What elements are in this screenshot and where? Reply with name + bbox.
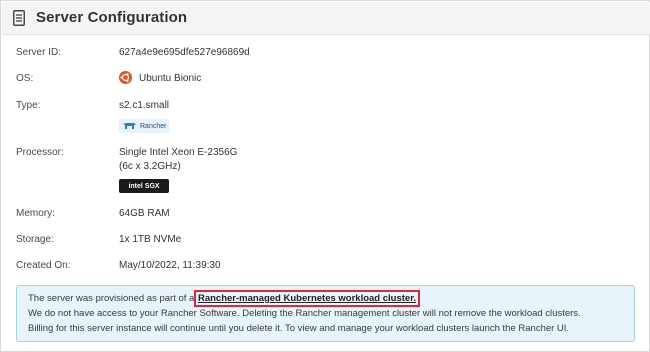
- storage-label: Storage:: [16, 234, 54, 245]
- notice-line-1: The server was provisioned as part of a …: [28, 290, 421, 307]
- intel-sgx-badge-label: intel SGX: [128, 182, 160, 190]
- provisioning-notice: The server was provisioned as part of a …: [16, 285, 635, 342]
- notice-prefix: The server was provisioned as part of a: [28, 293, 197, 304]
- rancher-badge: Rancher: [119, 119, 169, 133]
- ubuntu-icon: [119, 71, 132, 84]
- processor-value: Single Intel Xeon E-2356G: [119, 147, 238, 158]
- server-configuration-panel: Server Configuration Server ID: 627a4e9e…: [0, 0, 650, 352]
- os-value: Ubuntu Bionic: [139, 73, 202, 84]
- page-title: Server Configuration: [36, 9, 188, 26]
- server-id-label: Server ID:: [16, 47, 62, 58]
- server-config-icon: [13, 10, 25, 26]
- processor-label: Processor:: [16, 147, 64, 158]
- created-on-label: Created On:: [16, 260, 71, 271]
- os-label: OS:: [16, 73, 34, 84]
- server-id-value: 627a4e9e695dfe527e96869d: [119, 47, 250, 58]
- memory-label: Memory:: [16, 208, 55, 219]
- created-on-value: May/10/2022, 11:39:30: [119, 260, 221, 271]
- memory-value: 64GB RAM: [119, 208, 170, 219]
- rancher-icon: [123, 123, 136, 129]
- processor-detail: (6c x 3.2GHz): [119, 161, 181, 172]
- type-value: s2.c1.small: [119, 100, 170, 111]
- type-label: Type:: [16, 100, 41, 111]
- panel-header: Server Configuration: [2, 2, 650, 35]
- rancher-badge-label: Rancher: [140, 122, 167, 130]
- storage-value: 1x 1TB NVMe: [119, 234, 182, 245]
- rancher-cluster-link[interactable]: Rancher-managed Kubernetes workload clus…: [193, 290, 421, 307]
- notice-line-2: We do not have access to your Rancher So…: [28, 308, 581, 319]
- notice-line-3: Billing for this server instance will co…: [28, 323, 570, 334]
- intel-sgx-badge: intel SGX: [119, 179, 169, 193]
